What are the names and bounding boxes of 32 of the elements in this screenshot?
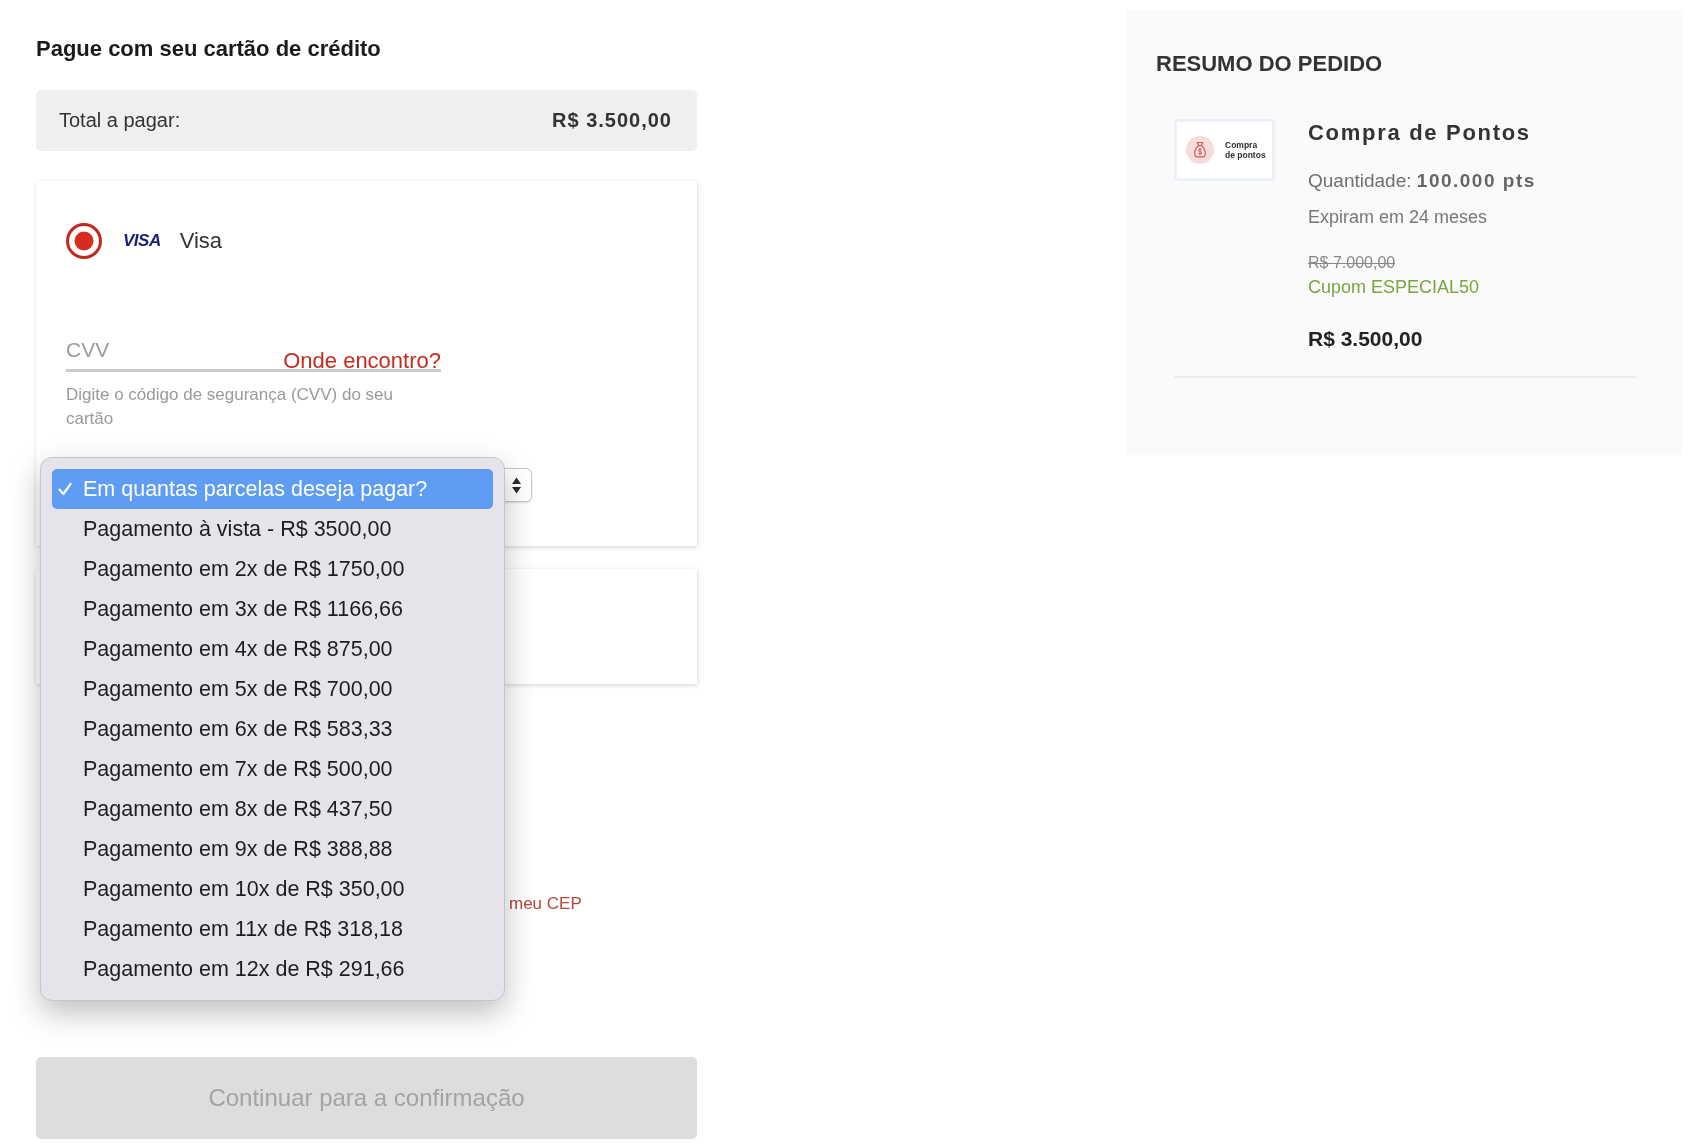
radio-button[interactable] — [66, 223, 102, 259]
coupon-text: Cupom ESPECIAL50 — [1308, 276, 1480, 298]
menu-option[interactable]: Pagamento em 11x de R$ 318,18 — [52, 909, 493, 949]
menu-option[interactable]: Pagamento em 10x de R$ 350,00 — [52, 869, 493, 909]
total-label: Total a pagar: — [59, 109, 181, 132]
menu-option[interactable]: Pagamento em 2x de R$ 1750,00 — [52, 549, 493, 589]
product-price: R$ 3.500,00 — [1308, 326, 1423, 352]
menu-option[interactable]: Pagamento em 3x de R$ 1166,66 — [52, 589, 493, 629]
cvv-hint-text: Digite o código de segurança (CVV) do seu cartão — [66, 384, 394, 430]
menu-option[interactable]: Pagamento em 9x de R$ 388,88 — [52, 829, 493, 869]
summary-title: RESUMO DO PEDIDO — [1156, 50, 1383, 78]
menu-option[interactable]: Pagamento em 7x de R$ 500,00 — [52, 749, 493, 789]
product-name: Compra de Pontos — [1308, 119, 1531, 147]
section-title: Pague com seu cartão de crédito — [36, 35, 381, 63]
cep-link[interactable]: meu CEP — [509, 894, 582, 913]
menu-option[interactable]: Pagamento à vista - R$ 3500,00 — [52, 509, 493, 549]
help-link[interactable]: Onde encontro? — [283, 349, 441, 373]
money-bag-icon — [1186, 136, 1214, 164]
card-brand-logo: VISA — [123, 231, 161, 251]
card-name-label: Visa — [179, 228, 223, 254]
menu-option[interactable]: Pagamento em 12x de R$ 291,66 — [52, 949, 493, 989]
menu-option[interactable]: Pagamento em 8x de R$ 437,50 — [52, 789, 493, 829]
select-arrows-icon — [511, 475, 522, 495]
original-price: R$ 7.000,00 — [1308, 253, 1396, 273]
menu-option[interactable]: Pagamento em 5x de R$ 700,00 — [52, 669, 493, 709]
check-icon — [58, 482, 72, 496]
thumbnail-caption: Compra de pontos — [1225, 140, 1266, 160]
expiry-text: Expiram em 24 meses — [1308, 206, 1488, 229]
total-amount: R$ 3.500,00 — [552, 109, 672, 132]
menu-option[interactable]: Pagamento em 6x de R$ 583,33 — [52, 709, 493, 749]
menu-option[interactable]: Pagamento em 4x de R$ 875,00 — [52, 629, 493, 669]
quantity-text: Quantidade: 100.000 pts — [1308, 169, 1536, 193]
